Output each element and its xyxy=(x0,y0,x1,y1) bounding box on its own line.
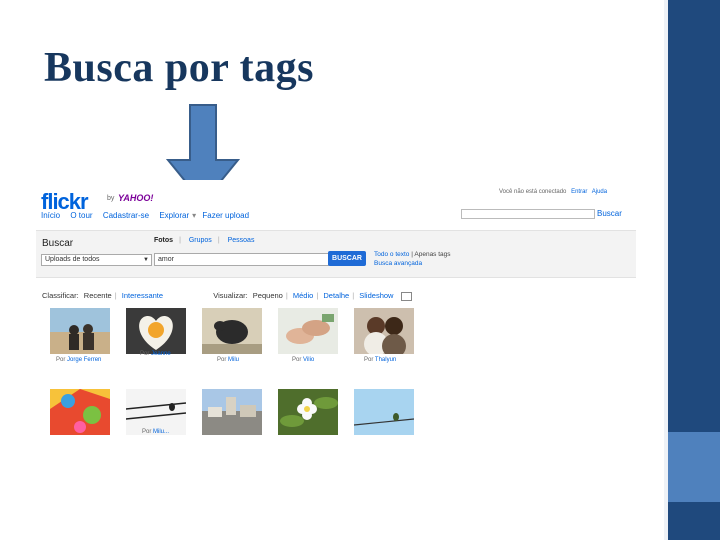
chevron-down-icon: ▼ xyxy=(143,257,149,263)
yahoo-logo: YAHOO! xyxy=(118,193,154,203)
chevron-down-icon[interactable]: ▾ xyxy=(192,211,196,220)
photo-thumbnail[interactable] xyxy=(278,389,338,435)
author-link[interactable]: Jorge Ferren xyxy=(67,357,101,363)
site-search-input[interactable] xyxy=(461,209,595,219)
tab-people[interactable]: Pessoas xyxy=(228,237,255,244)
author-link[interactable]: Milu xyxy=(228,357,239,363)
search-input[interactable]: amor xyxy=(154,253,329,266)
view-medium[interactable]: Médio xyxy=(293,291,313,300)
side-accent-block xyxy=(668,432,720,502)
help-link[interactable]: Ajuda xyxy=(592,189,607,195)
photo-caption: Por Thalyun xyxy=(364,357,397,363)
photo-thumbnail[interactable] xyxy=(354,308,414,354)
sort-label: Classificar: xyxy=(42,291,79,300)
photo-caption: Por Milu xyxy=(217,357,240,363)
slideshow-icon[interactable] xyxy=(400,291,412,301)
nav-home[interactable]: Início xyxy=(41,211,60,220)
photo-thumbnail[interactable] xyxy=(202,308,262,354)
photo-thumbnail[interactable] xyxy=(202,389,262,435)
photo-thumbnail[interactable] xyxy=(50,308,110,354)
nav-upload[interactable]: Fazer upload xyxy=(202,211,249,220)
search-tabs: Fotos | Grupos | Pessoas xyxy=(154,237,260,244)
author-link[interactable]: Thalyun xyxy=(375,357,396,363)
login-link[interactable]: Entrar xyxy=(571,189,587,195)
slide-title: Busca por tags xyxy=(44,45,314,91)
photo-thumbnail[interactable] xyxy=(354,389,414,435)
photo-caption: Por Jeanne xyxy=(140,351,171,357)
sort-interesting[interactable]: Interessante xyxy=(122,291,163,300)
login-status: Você não está conectado xyxy=(499,189,567,195)
photo-caption: Por Vilio xyxy=(292,357,315,363)
logo-by: by xyxy=(107,195,115,202)
tab-separator: | xyxy=(179,237,181,244)
author-link[interactable]: Jeanne xyxy=(151,351,171,357)
option-full-text[interactable]: Todo o texto xyxy=(374,251,409,258)
results-toolbar: Classificar: Recente | Interessante Visua… xyxy=(42,291,415,301)
view-slideshow[interactable]: Slideshow xyxy=(359,291,393,300)
scope-select[interactable]: Uploads de todos ▼ xyxy=(41,254,152,266)
tab-groups[interactable]: Grupos xyxy=(189,237,212,244)
main-nav: Início O tour Cadastrar-se Explorar ▾ Faz… xyxy=(41,211,257,220)
nav-explore[interactable]: Explorar xyxy=(159,211,189,220)
photo-thumbnail[interactable] xyxy=(278,308,338,354)
photo-caption: Por Jorge Ferren xyxy=(56,357,102,363)
nav-signup[interactable]: Cadastrar-se xyxy=(103,211,149,220)
author-link[interactable]: Vilio xyxy=(303,357,314,363)
scope-select-value: Uploads de todos xyxy=(45,256,100,263)
search-options: Todo o texto | Apenas tags Busca avançad… xyxy=(374,251,451,267)
search-button[interactable]: BUSCAR xyxy=(328,251,366,266)
site-search-button[interactable]: Buscar xyxy=(597,209,622,218)
advanced-search-link[interactable]: Busca avançada xyxy=(374,260,422,267)
view-small[interactable]: Pequeno xyxy=(253,291,283,300)
option-tags-only[interactable]: Apenas tags xyxy=(414,251,450,258)
search-title: Buscar xyxy=(42,238,74,249)
nav-tour[interactable]: O tour xyxy=(70,211,92,220)
flickr-screenshot: flickr by YAHOO! Você não está conectado… xyxy=(36,180,636,436)
photo-thumbnail[interactable] xyxy=(126,308,186,354)
tab-separator: | xyxy=(217,237,220,244)
view-detail[interactable]: Detalhe xyxy=(323,291,349,300)
sort-recent[interactable]: Recente xyxy=(84,291,112,300)
view-label: Visualizar: xyxy=(213,291,248,300)
photo-caption: Por Milu... xyxy=(142,429,170,435)
account-bar: Você não está conectado Entrar Ajuda xyxy=(499,189,610,195)
author-link[interactable]: Milu... xyxy=(153,429,169,435)
photo-thumbnail[interactable] xyxy=(50,389,110,435)
tab-photos[interactable]: Fotos xyxy=(154,237,173,244)
